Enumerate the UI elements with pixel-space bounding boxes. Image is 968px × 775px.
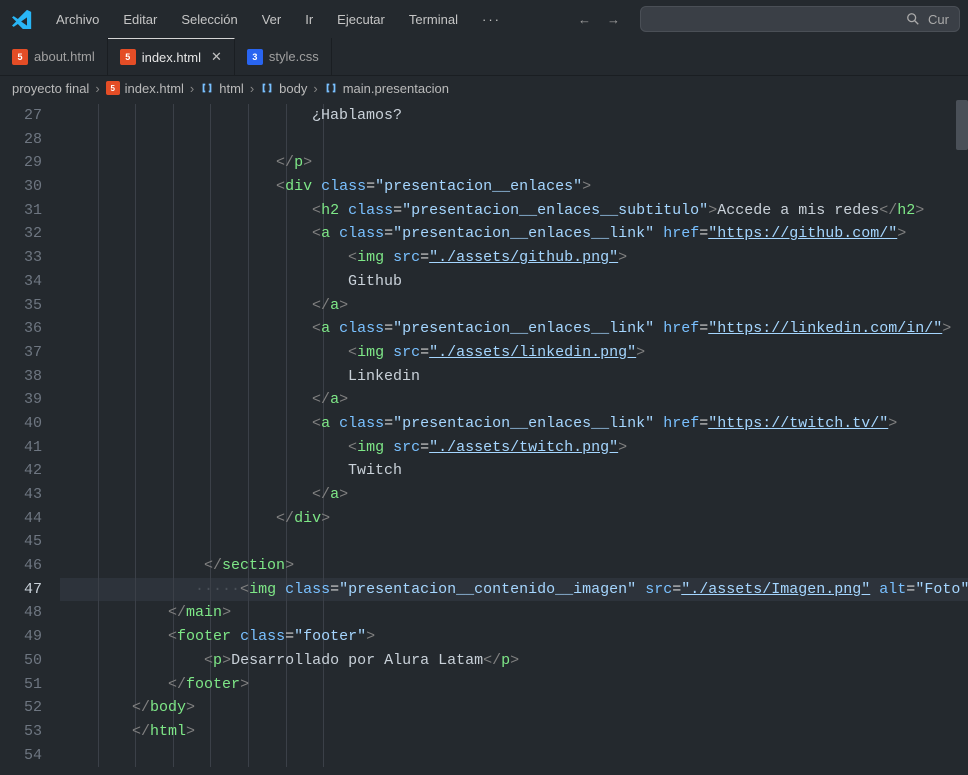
code-line[interactable] [60,128,968,152]
code-line[interactable]: <img src="./assets/twitch.png"> [60,436,968,460]
chevron-right-icon: › [250,81,254,96]
code-line[interactable]: Github [60,270,968,294]
brackets-icon [260,81,274,95]
code-line[interactable] [60,530,968,554]
breadcrumb-item[interactable]: html [200,81,244,96]
menu-ejecutar[interactable]: Ejecutar [327,8,395,31]
code-line[interactable]: ¿Hablamos? [60,104,968,128]
menu-overflow[interactable]: ··· [472,8,511,31]
command-center-text: Cur [928,12,949,27]
brackets-icon [324,81,338,95]
code-line[interactable]: </a> [60,294,968,318]
tab-label: style.css [269,49,319,64]
code-line[interactable] [60,744,968,768]
code-line[interactable]: <p>Desarrollado por Alura Latam</p> [60,649,968,673]
chevron-right-icon: › [313,81,317,96]
search-icon [906,12,920,26]
menu-ir[interactable]: Ir [295,8,323,31]
line-number-gutter: 2728293031323334353637383940414243444546… [0,100,60,775]
vscode-logo-icon [12,9,32,29]
code-line[interactable]: </main> [60,601,968,625]
html5-icon: 5 [120,49,136,65]
breadcrumbs[interactable]: proyecto final › 5index.html › html › bo… [0,76,968,100]
code-line[interactable]: </a> [60,483,968,507]
code-line[interactable]: <a class="presentacion__enlaces__link" h… [60,317,968,341]
chevron-right-icon: › [190,81,194,96]
code-line[interactable]: <h2 class="presentacion__enlaces__subtit… [60,199,968,223]
code-line[interactable]: <footer class="footer"> [60,625,968,649]
code-line[interactable]: </section> [60,554,968,578]
code-line[interactable]: <img src="./assets/github.png"> [60,246,968,270]
code-line[interactable]: </div> [60,507,968,531]
code-line[interactable]: </html> [60,720,968,744]
tab-style[interactable]: 3 style.css [235,38,332,75]
html5-icon: 5 [12,49,28,65]
nav-back-icon[interactable]: ← [578,12,591,27]
code-line[interactable]: <div class="presentacion__enlaces"> [60,175,968,199]
nav-forward-icon[interactable]: → [607,12,620,27]
menu-editar[interactable]: Editar [113,8,167,31]
tab-index[interactable]: 5 index.html ✕ [108,38,235,75]
tab-about[interactable]: 5 about.html [0,38,108,75]
tab-label: index.html [142,50,201,65]
code-line[interactable]: Linkedin [60,365,968,389]
menu-ver[interactable]: Ver [252,8,292,31]
editor[interactable]: 2728293031323334353637383940414243444546… [0,100,968,775]
code-line[interactable]: </footer> [60,673,968,697]
code-line[interactable]: ·····<img class="presentacion__contenido… [60,578,968,602]
code-line[interactable]: </a> [60,388,968,412]
breadcrumb-item[interactable]: body [260,81,307,96]
code-line[interactable]: Twitch [60,459,968,483]
scrollbar-thumb[interactable] [956,100,968,150]
command-center[interactable]: Cur [640,6,960,32]
titlebar: Archivo Editar Selección Ver Ir Ejecutar… [0,0,968,38]
code-line[interactable]: <a class="presentacion__enlaces__link" h… [60,222,968,246]
breadcrumb-item[interactable]: 5index.html [106,81,184,96]
code-line[interactable]: <img src="./assets/linkedin.png"> [60,341,968,365]
menu-archivo[interactable]: Archivo [46,8,109,31]
breadcrumb-item[interactable]: main.presentacion [324,81,449,96]
menu-seleccion[interactable]: Selección [171,8,247,31]
html5-icon: 5 [106,81,120,95]
breadcrumb-item[interactable]: proyecto final [12,81,89,96]
tab-bar: 5 about.html 5 index.html ✕ 3 style.css [0,38,968,76]
code-area[interactable]: ¿Hablamos? </p> <div class="presentacion… [60,100,968,775]
brackets-icon [200,81,214,95]
code-line[interactable]: </p> [60,151,968,175]
code-line[interactable]: </body> [60,696,968,720]
menu-terminal[interactable]: Terminal [399,8,468,31]
tab-label: about.html [34,49,95,64]
code-line[interactable]: <a class="presentacion__enlaces__link" h… [60,412,968,436]
chevron-right-icon: › [95,81,99,96]
nav-arrows: ← → [562,12,636,27]
css3-icon: 3 [247,49,263,65]
close-icon[interactable]: ✕ [211,49,222,65]
